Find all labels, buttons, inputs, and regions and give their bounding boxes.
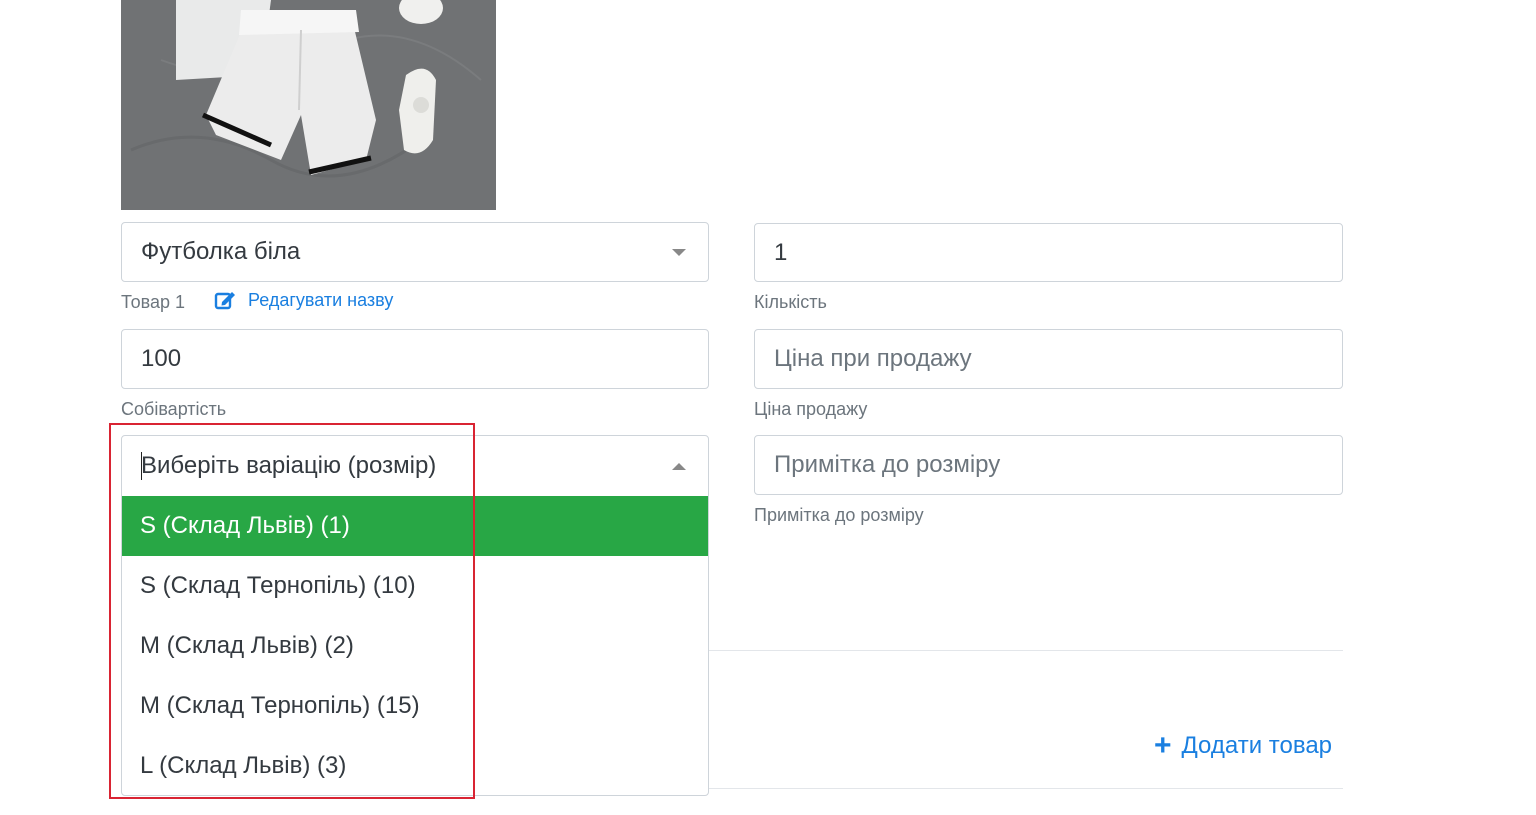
sale-price-input[interactable]: Ціна при продажу <box>754 329 1343 389</box>
size-note-label: Примітка до розміру <box>754 505 924 525</box>
chevron-up-icon <box>672 463 686 470</box>
section-divider-bottom <box>709 788 1343 789</box>
chevron-down-icon <box>672 249 686 256</box>
quantity-value: 1 <box>774 238 788 266</box>
product-photo <box>121 0 496 210</box>
variation-option[interactable]: S (Склад Тернопіль) (10) <box>122 556 708 616</box>
variation-option[interactable]: M (Склад Тернопіль) (15) <box>122 676 708 736</box>
variation-option[interactable]: L (Склад Львів) (3) <box>122 736 708 795</box>
product-label: Товар 1 <box>121 292 185 312</box>
variation-search-input[interactable]: Виберіть варіацію (розмір) <box>122 436 708 496</box>
sale-price-label: Ціна продажу <box>754 399 868 419</box>
edit-name-link[interactable]: Редагувати назву <box>214 289 393 311</box>
product-name-value: Футболка біла <box>141 238 301 265</box>
quantity-input[interactable]: 1 <box>754 223 1343 282</box>
sale-price-placeholder: Ціна при продажу <box>774 345 972 372</box>
cost-input[interactable]: 100 <box>121 329 709 389</box>
add-product-label: Додати товар <box>1181 732 1333 759</box>
size-note-placeholder: Примітка до розміру <box>774 451 1001 478</box>
cost-value: 100 <box>141 345 182 372</box>
cost-label: Собівартість <box>121 399 227 419</box>
product-name-select[interactable]: Футболка біла <box>121 222 709 282</box>
add-product-button[interactable]: + Додати товар <box>1154 731 1332 761</box>
section-divider <box>709 650 1343 651</box>
edit-name-label: Редагувати назву <box>248 289 394 310</box>
variation-search-placeholder: Виберіть варіацію (розмір) <box>141 452 437 479</box>
variation-select[interactable]: Виберіть варіацію (розмір) S (Склад Льві… <box>121 435 709 796</box>
variation-option[interactable]: M (Склад Львів) (2) <box>122 616 708 676</box>
text-cursor <box>141 452 142 480</box>
variation-option[interactable]: S (Склад Львів) (1) <box>122 496 708 556</box>
edit-icon <box>214 292 235 310</box>
size-note-input[interactable]: Примітка до розміру <box>754 435 1343 495</box>
quantity-label: Кількість <box>754 292 827 312</box>
plus-icon: + <box>1154 729 1172 762</box>
order-product-form: Футболка біла Товар 1 Редагувати назву 1… <box>0 0 1536 815</box>
